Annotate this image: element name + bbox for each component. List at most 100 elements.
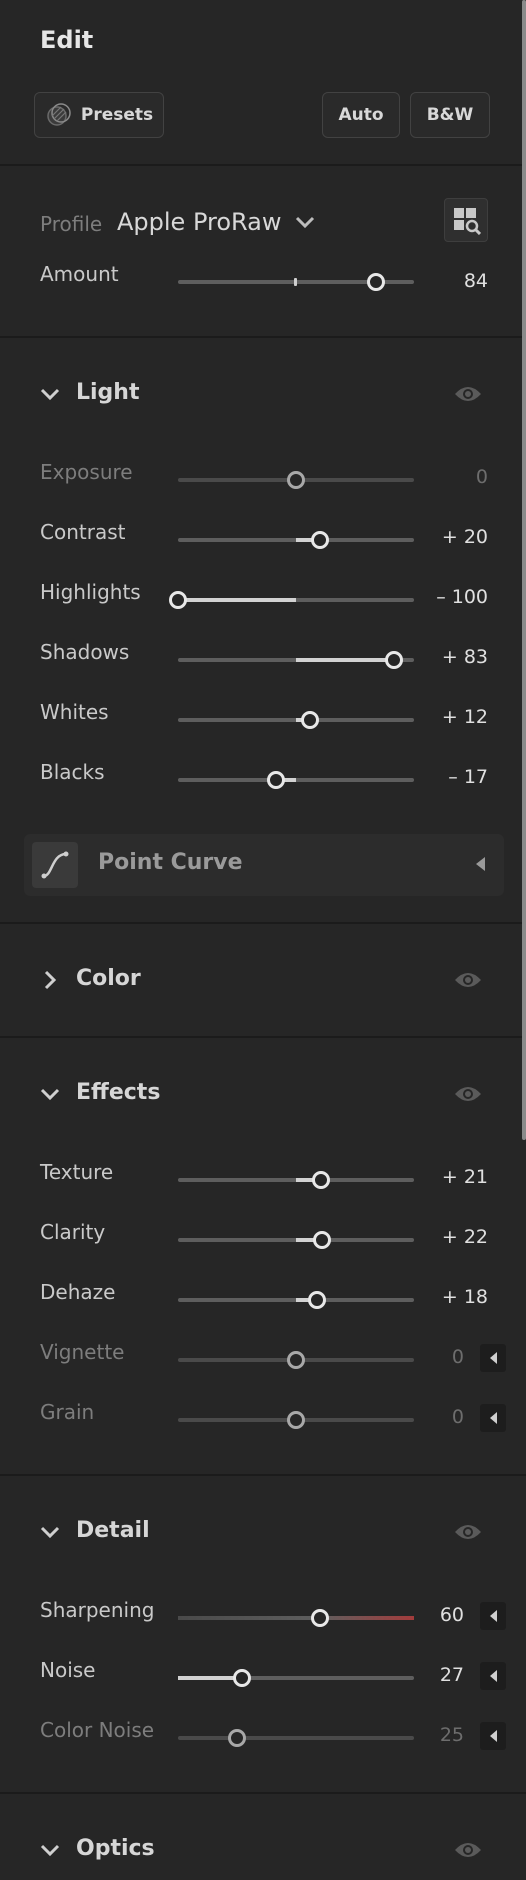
profile-label: Profile bbox=[40, 212, 103, 236]
amount-slider-knob[interactable] bbox=[367, 273, 386, 291]
auto-button[interactable]: Auto bbox=[322, 92, 400, 138]
noise-slider-knob[interactable] bbox=[232, 1669, 251, 1687]
dehaze-slider-knob[interactable] bbox=[308, 1291, 327, 1309]
texture-slider-knob[interactable] bbox=[311, 1171, 330, 1189]
bw-button[interactable]: B&W bbox=[410, 92, 490, 138]
whites-slider-knob[interactable] bbox=[301, 711, 320, 729]
color-section-title[interactable]: Color bbox=[76, 966, 141, 991]
presets-label: Presets bbox=[80, 105, 154, 125]
effects-section-title[interactable]: Effects bbox=[76, 1080, 160, 1105]
presets-button[interactable]: Presets bbox=[34, 92, 164, 138]
light-section-title[interactable]: Light bbox=[76, 380, 140, 405]
divider bbox=[0, 164, 526, 166]
sharpening-slider-knob[interactable] bbox=[310, 1609, 329, 1627]
divider bbox=[0, 336, 526, 338]
chevron-right-icon[interactable] bbox=[40, 970, 60, 990]
texture-value[interactable]: + 21 bbox=[442, 1166, 488, 1188]
clarity-value[interactable]: + 22 bbox=[442, 1226, 488, 1248]
whites-slider[interactable] bbox=[178, 711, 414, 729]
vignette-value[interactable]: 0 bbox=[452, 1346, 464, 1368]
color-noise-value[interactable]: 25 bbox=[440, 1724, 464, 1746]
contrast-slider[interactable] bbox=[178, 531, 414, 549]
chevron-down-icon[interactable] bbox=[40, 1522, 60, 1542]
optics-section-title[interactable]: Optics bbox=[76, 1836, 155, 1861]
vignette-slider-knob[interactable] bbox=[287, 1351, 305, 1369]
blacks-value[interactable]: – 17 bbox=[448, 766, 488, 788]
noise-value[interactable]: 27 bbox=[440, 1664, 464, 1686]
profile-browser-button[interactable] bbox=[444, 198, 488, 242]
highlights-slider-knob[interactable] bbox=[169, 591, 187, 609]
highlights-value[interactable]: – 100 bbox=[436, 586, 488, 608]
chevron-down-icon[interactable] bbox=[40, 1840, 60, 1860]
grain-slider-knob[interactable] bbox=[287, 1411, 305, 1429]
exposure-label: Exposure bbox=[40, 460, 133, 484]
caret-left-icon[interactable] bbox=[480, 1344, 506, 1372]
exposure-slider-knob[interactable] bbox=[287, 471, 305, 489]
caret-left-icon[interactable] bbox=[480, 1662, 506, 1690]
divider bbox=[0, 1792, 526, 1794]
texture-slider[interactable] bbox=[178, 1171, 414, 1189]
noise-label: Noise bbox=[40, 1658, 96, 1682]
detail-section-title[interactable]: Detail bbox=[76, 1518, 150, 1543]
highlights-slider[interactable] bbox=[169, 591, 414, 609]
slider-fill bbox=[178, 598, 296, 602]
divider bbox=[0, 1474, 526, 1476]
contrast-value[interactable]: + 20 bbox=[442, 526, 488, 548]
grain-slider[interactable] bbox=[178, 1411, 414, 1429]
vignette-label: Vignette bbox=[40, 1340, 125, 1364]
exposure-value[interactable]: 0 bbox=[476, 466, 488, 488]
clarity-slider-knob[interactable] bbox=[312, 1231, 331, 1249]
dehaze-slider[interactable] bbox=[178, 1291, 414, 1309]
grid-search-icon bbox=[453, 207, 482, 239]
chevron-down-icon[interactable] bbox=[294, 212, 316, 232]
color-noise-label: Color Noise bbox=[40, 1718, 155, 1742]
vignette-slider[interactable] bbox=[178, 1351, 414, 1369]
color-noise-slider[interactable] bbox=[178, 1729, 414, 1747]
amount-value[interactable]: 84 bbox=[464, 270, 488, 292]
point-curve-label: Point Curve bbox=[98, 850, 243, 875]
caret-left-icon[interactable] bbox=[480, 1404, 506, 1432]
presets-icon bbox=[45, 101, 73, 129]
caret-left-icon[interactable] bbox=[474, 856, 486, 876]
shadows-slider-knob[interactable] bbox=[384, 651, 403, 669]
dehaze-value[interactable]: + 18 bbox=[442, 1286, 488, 1308]
contrast-slider-knob[interactable] bbox=[310, 531, 329, 549]
eye-icon[interactable] bbox=[454, 1084, 482, 1104]
blacks-slider-knob[interactable] bbox=[266, 771, 285, 789]
slider-fill bbox=[178, 1616, 414, 1620]
color-noise-slider-knob[interactable] bbox=[228, 1729, 246, 1747]
dehaze-label: Dehaze bbox=[40, 1280, 116, 1304]
eye-icon[interactable] bbox=[454, 1522, 482, 1542]
grain-value[interactable]: 0 bbox=[452, 1406, 464, 1428]
blacks-slider[interactable] bbox=[178, 771, 414, 789]
blacks-label: Blacks bbox=[40, 760, 105, 784]
shadows-slider[interactable] bbox=[178, 651, 414, 669]
amount-slider[interactable] bbox=[178, 273, 414, 291]
chevron-down-icon[interactable] bbox=[40, 384, 60, 404]
contrast-label: Contrast bbox=[40, 520, 126, 544]
highlights-label: Highlights bbox=[40, 580, 141, 604]
sharpening-value[interactable]: 60 bbox=[440, 1604, 464, 1626]
chevron-down-icon[interactable] bbox=[40, 1084, 60, 1104]
caret-left-icon[interactable] bbox=[480, 1602, 506, 1630]
whites-value[interactable]: + 12 bbox=[442, 706, 488, 728]
point-curve-panel[interactable]: Point Curve bbox=[24, 834, 504, 896]
eye-icon[interactable] bbox=[454, 1840, 482, 1860]
texture-label: Texture bbox=[40, 1160, 114, 1184]
slider-center-mark bbox=[294, 278, 297, 286]
profile-dropdown[interactable]: Apple ProRaw bbox=[117, 208, 282, 236]
divider bbox=[0, 922, 526, 924]
panel-title: Edit bbox=[40, 26, 94, 54]
grain-label: Grain bbox=[40, 1400, 95, 1424]
shadows-value[interactable]: + 83 bbox=[442, 646, 488, 668]
exposure-slider[interactable] bbox=[178, 471, 414, 489]
slider-fill bbox=[296, 658, 394, 662]
caret-left-icon[interactable] bbox=[480, 1722, 506, 1750]
clarity-slider[interactable] bbox=[178, 1231, 414, 1249]
eye-icon[interactable] bbox=[454, 970, 482, 990]
scrollbar[interactable] bbox=[522, 0, 526, 1140]
sharpening-label: Sharpening bbox=[40, 1598, 155, 1622]
sharpening-slider[interactable] bbox=[178, 1609, 414, 1627]
eye-icon[interactable] bbox=[454, 384, 482, 404]
noise-slider[interactable] bbox=[178, 1669, 414, 1687]
